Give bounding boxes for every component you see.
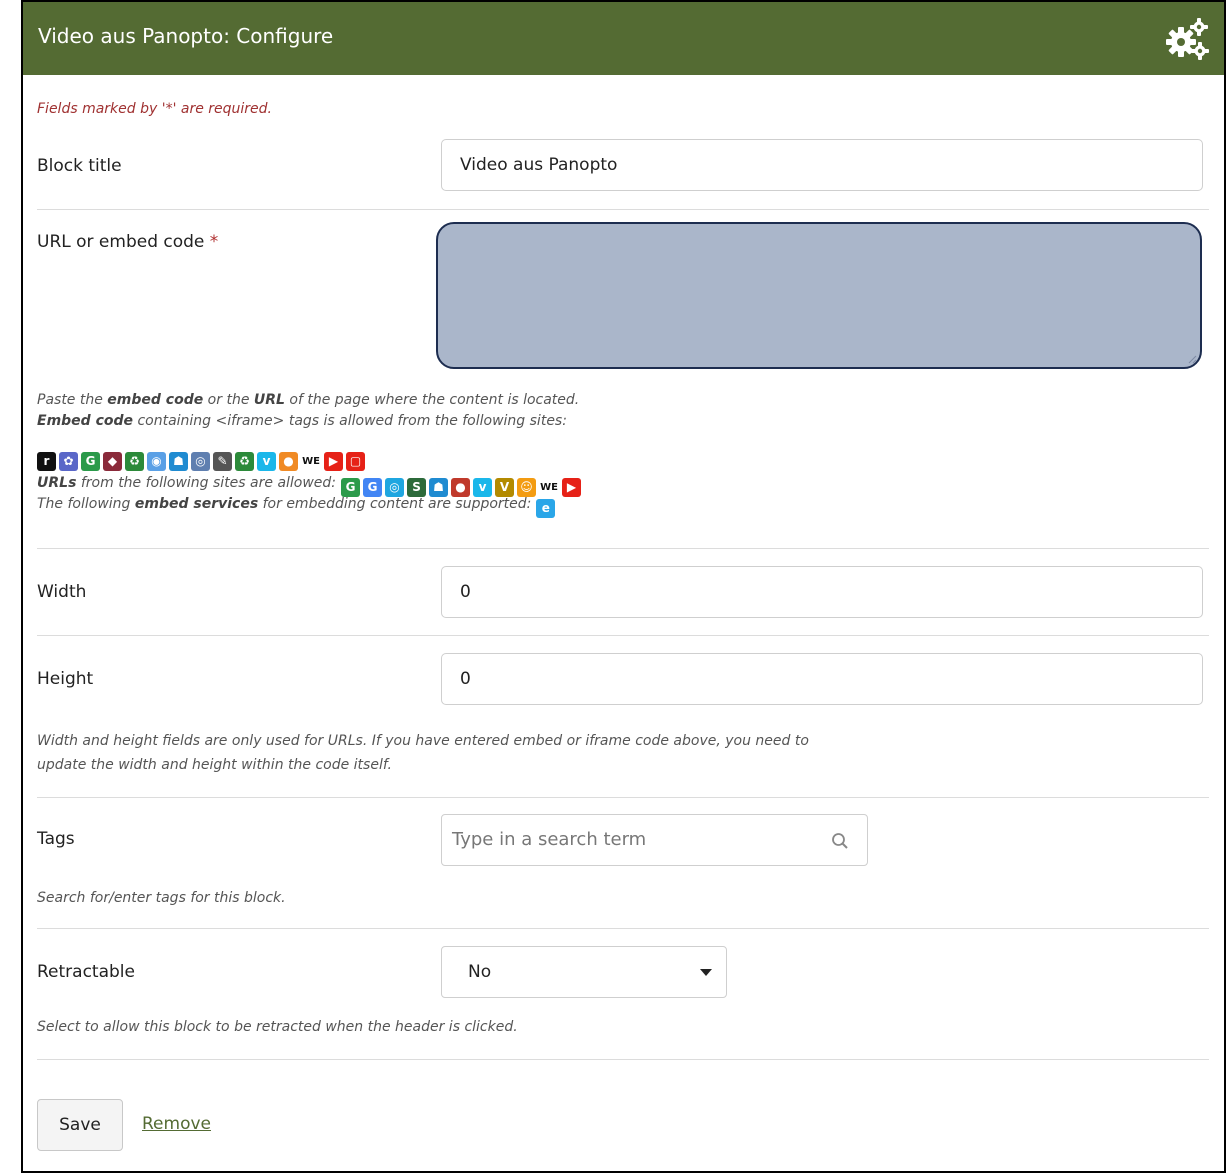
sphere-icon: ◉: [147, 451, 166, 471]
help-text: of the page where the content is located…: [284, 392, 580, 408]
width-label: Width: [37, 582, 87, 602]
prezi-icon: ◆: [103, 451, 122, 471]
width-input[interactable]: 0: [441, 566, 1203, 618]
divider: [37, 797, 1209, 798]
size-help-line2: update the width and height within the c…: [37, 757, 392, 773]
block-title-input[interactable]: Video aus Panopto: [441, 139, 1203, 191]
help-text: for embedding content are supported:: [258, 496, 532, 512]
embed-help-line4: The following embed services for embeddi…: [37, 494, 556, 518]
slideshare-icon: ☗: [169, 451, 188, 471]
divider: [37, 548, 1209, 549]
required-asterisk: *: [209, 232, 219, 252]
retractable-label: Retractable: [37, 962, 135, 982]
embed-help-line1: Paste the embed code or the URL of the p…: [37, 390, 579, 411]
tags-placeholder: Type in a search term: [452, 829, 647, 850]
search-icon[interactable]: [831, 832, 849, 850]
height-label: Height: [37, 669, 94, 689]
url-embed-textarea[interactable]: [436, 222, 1202, 369]
divider: [37, 209, 1209, 210]
gears-icon[interactable]: [1164, 16, 1210, 62]
vimeo-icon: v: [257, 451, 276, 471]
divider: [37, 928, 1209, 929]
help-bold-url: URL: [253, 392, 285, 408]
help-text: from the following sites are allowed:: [76, 475, 337, 491]
help-text: The following: [37, 496, 135, 512]
recycle-icon: ♻: [125, 451, 144, 471]
retractable-select[interactable]: No: [441, 946, 727, 998]
help-bold-embed-code: Embed code: [37, 413, 133, 429]
tags-search-input[interactable]: Type in a search term: [441, 814, 868, 866]
panel-header: Video aus Panopto: Configure: [21, 0, 1226, 75]
save-button[interactable]: Save: [37, 1099, 123, 1151]
tags-help: Search for/enter tags for this block.: [37, 890, 286, 906]
size-help-line1: Width and height fields are only used fo…: [37, 733, 809, 749]
globe-icon: ◎: [191, 451, 210, 471]
help-bold-urls: URLs: [37, 475, 77, 491]
scribble-icon: ✎: [213, 451, 232, 471]
resize-grip-icon[interactable]: [1187, 354, 1197, 364]
iframe-site-icons: r ✿ G ◆ ♻ ◉ ☗ ◎ ✎ ♻ v ● WE ▶ ▢: [37, 450, 365, 472]
chevron-down-icon: [700, 969, 712, 976]
embedly-icon: e: [536, 499, 556, 518]
flower-icon: ✿: [59, 451, 78, 471]
tags-label: Tags: [37, 829, 75, 849]
help-text: or the: [203, 392, 254, 408]
block-title-label: Block title: [37, 156, 122, 176]
required-note: Fields marked by '*' are required.: [37, 101, 272, 117]
embed-help-line2: Embed code containing <iframe> tags is a…: [37, 411, 567, 432]
remove-link[interactable]: Remove: [142, 1114, 211, 1134]
recycle-icon-2: ♻: [235, 451, 254, 471]
url-embed-label-text: URL or embed code: [37, 232, 205, 252]
help-bold-embed-code: embed code: [107, 392, 204, 408]
help-text: containing <iframe> tags is allowed from…: [133, 413, 567, 429]
mahara-r-icon: r: [37, 451, 56, 471]
divider: [37, 635, 1209, 636]
help-text: Paste the: [37, 392, 108, 408]
panel-title: Video aus Panopto: Configure: [38, 24, 334, 48]
embed-service-icons: e: [536, 499, 556, 518]
retractable-help: Select to allow this block to be retract…: [37, 1019, 518, 1035]
wikieducator-icon: WE: [302, 455, 320, 467]
retractable-value: No: [468, 962, 492, 982]
youtube-outline-icon: ▢: [346, 451, 365, 471]
youtube-icon: ▶: [562, 478, 582, 497]
divider: [37, 1059, 1209, 1060]
youtube-icon: ▶: [324, 451, 343, 471]
help-bold-embed-services: embed services: [134, 496, 259, 512]
height-input[interactable]: 0: [441, 653, 1203, 705]
chat-bubble-icon: ●: [279, 451, 298, 471]
url-embed-label: URL or embed code *: [37, 232, 218, 252]
glogster-icon: G: [81, 451, 100, 471]
